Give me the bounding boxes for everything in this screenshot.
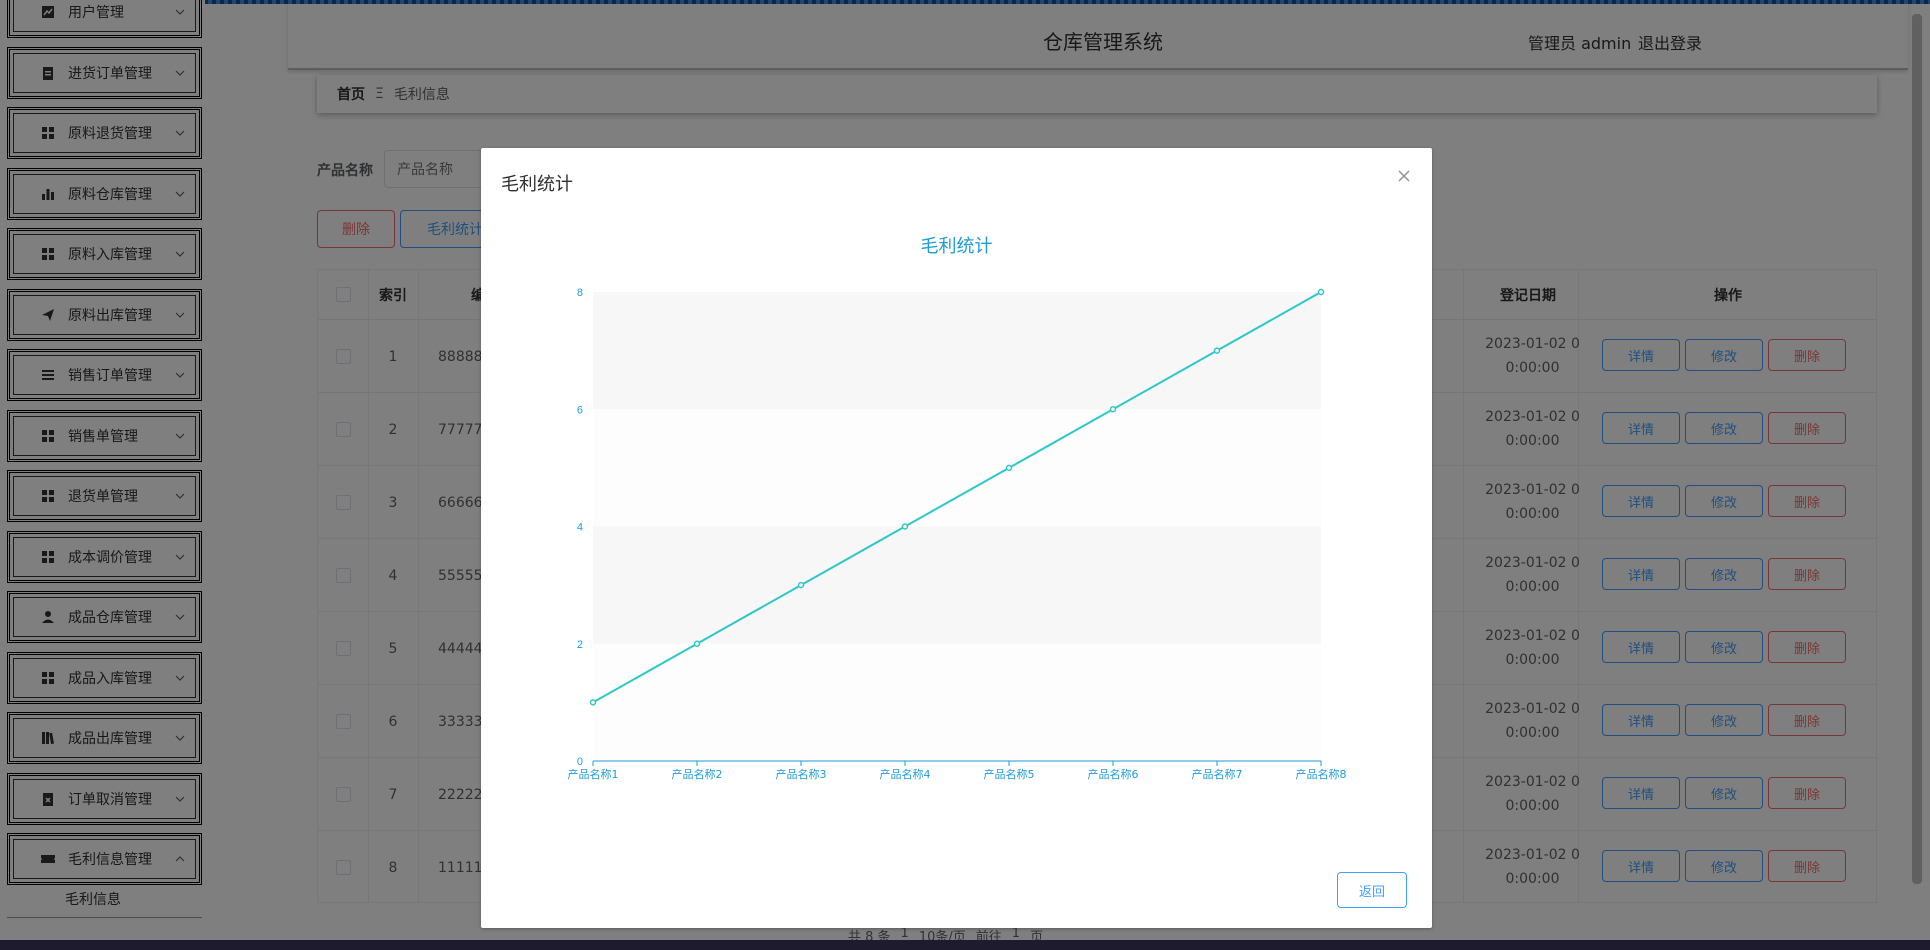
dialog-title: 毛利统计 [501,174,573,195]
plot-band [593,526,1321,644]
x-tick-label: 产品名称5 [984,767,1035,781]
x-tick-label: 产品名称7 [1192,767,1243,781]
x-tick-label: 产品名称8 [1296,767,1347,781]
plot-band [593,409,1321,527]
profit-stats-dialog: 毛利统计 毛利统计 0 2 4 6 8 产品名称1 产品名称2 产品名称3 产品名称4 产品名称5… [481,148,1432,928]
taskbar [0,940,1930,950]
chart-title: 毛利统计 [920,236,993,257]
data-point [1317,288,1325,296]
profit-line-chart: 0 2 4 6 8 产品名称1 产品名称2 产品名称3 产品名称4 产品名称5 产品名称6 产品名称7… [568,287,1347,781]
x-tick-label: 产品名称6 [1088,767,1139,781]
data-point [1005,464,1013,472]
data-point [901,523,909,530]
x-tick-label: 产品名称4 [880,767,931,781]
y-tick-label: 4 [577,522,583,534]
y-tick-label: 8 [577,287,583,299]
data-point [589,699,597,706]
y-tick-label: 6 [577,404,583,416]
plot-band [593,643,1321,761]
x-tick-label: 产品名称3 [776,767,827,781]
x-tick-label: 产品名称2 [672,767,723,781]
y-tick-label: 2 [577,639,583,651]
x-tick-label: 产品名称1 [568,767,619,781]
data-point [693,640,701,647]
plot-band [593,292,1321,410]
data-point [1109,406,1117,413]
y-tick-label: 0 [577,756,583,768]
close-icon[interactable] [1396,168,1412,184]
data-point [797,581,805,589]
data-point [1213,347,1221,354]
return-button[interactable]: 返回 [1337,872,1407,908]
